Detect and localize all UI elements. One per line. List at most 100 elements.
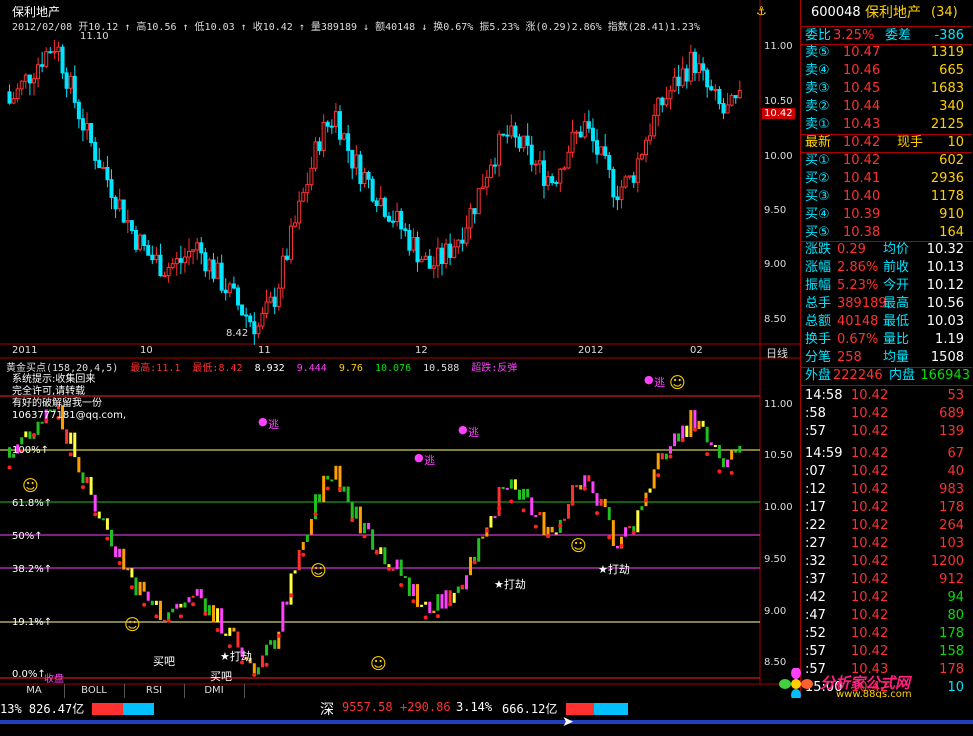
- indicator-v2: 9.444: [296, 363, 327, 374]
- tab-boll[interactable]: BOLL: [64, 684, 125, 698]
- bid-label: 买⑤: [805, 225, 830, 240]
- shen-label: 深: [320, 702, 334, 718]
- ask-label: 卖①: [805, 117, 830, 132]
- time-axis-label: 10: [140, 345, 153, 356]
- shen-amount: 666.12亿: [502, 702, 558, 716]
- tick-time: :52: [805, 626, 826, 641]
- stat-label: 最高: [883, 296, 910, 311]
- stat-value: 0.67%: [837, 332, 879, 347]
- stat-row: 总手 389189 最高 10.56: [801, 295, 972, 313]
- stat-value: 10.12: [926, 278, 964, 293]
- current-price-tag: 10.42: [762, 108, 795, 119]
- high-price-label: 11.10: [80, 31, 109, 42]
- tick-price: 10.42: [851, 406, 889, 421]
- smiley-icon: ☺: [669, 373, 686, 392]
- rob-label: ★打劫: [598, 563, 630, 576]
- weibi-label: 委比: [805, 28, 832, 43]
- stat-label: 均量: [883, 350, 910, 365]
- status-bar-meter: [92, 703, 154, 715]
- rob-label: ★打劫: [494, 578, 526, 591]
- fib-level-label: 0.0%↑: [12, 669, 46, 680]
- latest-value: 10.42: [843, 135, 881, 150]
- waipan-value: 222246: [833, 368, 883, 383]
- fib-level-label: 19.1%↑: [12, 617, 53, 628]
- quote-panel: 600048 保利地产 (34) 委比 3.25% 委差 -386 卖⑤ 10.4…: [800, 0, 973, 700]
- bid-label: 买③: [805, 189, 830, 204]
- shen-value: 9557.58: [342, 700, 393, 714]
- price-axis-label: 9.50: [764, 205, 787, 216]
- tab-ma[interactable]: MA: [4, 684, 65, 698]
- stat-value: 1.19: [935, 332, 964, 347]
- tick-row: :37 10.42 912: [801, 571, 972, 589]
- mouse-cursor-icon: ➤: [562, 714, 574, 730]
- ask-price: 10.47: [843, 45, 881, 60]
- ask-price: 10.45: [843, 81, 881, 96]
- indicator-axis-label: 8.50: [764, 657, 787, 668]
- low-price-label: 8.42: [226, 328, 249, 339]
- tick-volume: 178: [939, 500, 964, 515]
- waipan-row: 外盘 222246 内盘 166943: [801, 367, 972, 385]
- bid-volume: 1178: [930, 189, 964, 204]
- tick-price: 10.42: [851, 388, 889, 403]
- tick-time: :12: [805, 482, 826, 497]
- price-axis-label: 9.00: [764, 259, 787, 270]
- stat-label: 均价: [883, 242, 910, 257]
- stat-row: 涨跌 0.29 均价 10.32: [801, 241, 972, 259]
- tick-time: 14:59: [805, 446, 843, 461]
- tick-price: 10.42: [851, 482, 889, 497]
- tick-price: 10.42: [851, 590, 889, 605]
- bid-volume: 2936: [930, 171, 964, 186]
- stat-label: 前收: [883, 260, 910, 275]
- price-axis-label: 8.50: [764, 314, 787, 325]
- bid-row: 买⑤ 10.38 164: [801, 224, 972, 242]
- candlestick-chart[interactable]: [0, 0, 800, 700]
- tick-row: :42 10.42 94: [801, 589, 972, 607]
- tick-price: 10.42: [851, 572, 889, 587]
- status-left: 13% 826.47亿: [0, 702, 85, 716]
- escape-label: 逃: [424, 454, 435, 467]
- indicator-v5: 10.588: [423, 363, 460, 374]
- tick-row: :17 10.42 178: [801, 499, 972, 517]
- ask-row: 卖④ 10.46 665: [801, 62, 972, 80]
- logo[interactable]: 分析家公式网 www.88gs.com: [776, 668, 973, 700]
- stat-value: 40148: [837, 314, 879, 329]
- tick-row: :32 10.42 1200: [801, 553, 972, 571]
- tick-time: :47: [805, 608, 826, 623]
- tick-time: :57: [805, 424, 826, 439]
- tick-row: :57 10.42 158: [801, 643, 972, 661]
- tick-row: :57 10.42 139: [801, 423, 972, 441]
- tick-time: :58: [805, 406, 826, 421]
- tab-rsi[interactable]: RSI: [124, 684, 185, 698]
- ohlc-info: 2012/02/08 开10.12 ↑ 高10.56 ↑ 低10.03 ↑ 收1…: [12, 22, 700, 33]
- ask-price: 10.46: [843, 63, 881, 78]
- tab-dmi[interactable]: DMI: [184, 684, 245, 698]
- price-axis-label: 10.00: [764, 151, 793, 162]
- ask-label: 卖③: [805, 81, 830, 96]
- notice-line: 1063777181@qq.com,: [12, 410, 127, 421]
- scroll-track[interactable]: [0, 720, 973, 724]
- weicha-value: -386: [934, 28, 964, 43]
- stat-value: 10.32: [926, 242, 964, 257]
- weibi-value: 3.25%: [833, 28, 875, 43]
- indicator-axis-label: 10.00: [764, 502, 793, 513]
- rob-label: ★打劫: [220, 650, 252, 663]
- buy-label: 买吧: [210, 670, 232, 683]
- notice-block: 系统提示:收集回来 完全许可,请转载 有好的破解留我一份 1063777181@…: [12, 374, 126, 422]
- escape-dot-icon: ●: [414, 451, 424, 464]
- tick-volume: 80: [947, 608, 964, 623]
- stat-label: 量比: [883, 332, 910, 347]
- bid-volume: 602: [939, 153, 964, 168]
- stat-label: 振幅: [805, 278, 832, 293]
- anchor-icon[interactable]: ⚓: [756, 4, 767, 18]
- status-bar-meter: [566, 703, 628, 715]
- shen-percent: 3.14%: [456, 700, 493, 714]
- stat-row: 总额 40148 最低 10.03: [801, 313, 972, 331]
- xianshou-value: 10: [947, 135, 964, 150]
- neipan-value: 166943: [920, 368, 970, 383]
- indicator-v3: 9.76: [338, 363, 363, 374]
- ask-volume: 665: [939, 63, 964, 78]
- stock-count: (34): [931, 5, 958, 20]
- ask-row: 卖⑤ 10.47 1319: [801, 44, 972, 62]
- chart-area[interactable]: 保利地产 2012/02/08 开10.12 ↑ 高10.56 ↑ 低10.03…: [0, 0, 800, 736]
- period-label[interactable]: 日线: [766, 345, 788, 361]
